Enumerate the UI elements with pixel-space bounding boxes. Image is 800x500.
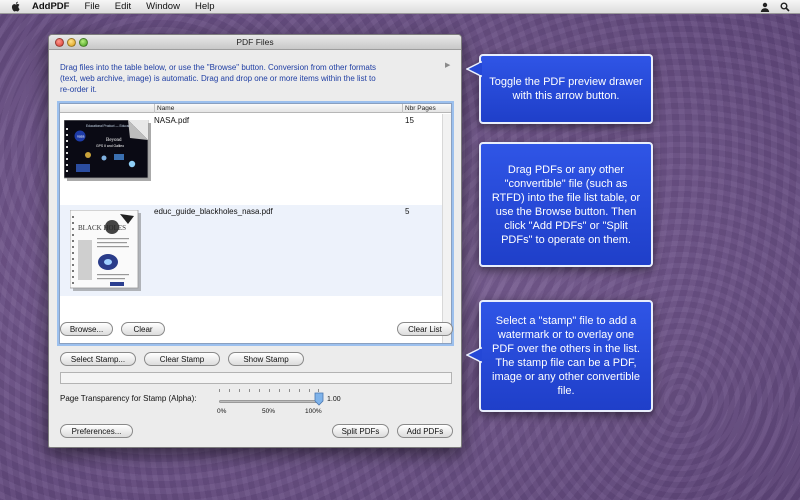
pdf-thumbnail: BLACK HOLES: [69, 209, 142, 297]
file-name: educ_guide_blackholes_nasa.pdf: [154, 207, 273, 216]
minimize-button[interactable]: [67, 38, 76, 47]
callout-stamp-text: Select a "stamp" file to add a watermark…: [492, 315, 640, 397]
apple-menu-icon[interactable]: [10, 1, 22, 13]
show-stamp-button[interactable]: Show Stamp: [228, 352, 304, 366]
user-icon[interactable]: [760, 2, 770, 12]
slider-ticks: [219, 389, 319, 395]
table-scrollbar[interactable]: [442, 114, 451, 343]
menu-file[interactable]: File: [84, 1, 99, 12]
slider-knob[interactable]: [314, 392, 324, 406]
stamp-alpha-value: 1.00: [327, 396, 341, 403]
file-page-count: 5: [405, 207, 410, 216]
clear-list-button[interactable]: Clear List: [397, 322, 453, 336]
slider-tick-label-100: 100%: [305, 408, 322, 415]
menu-app-name[interactable]: AddPDF: [32, 1, 69, 12]
clear-stamp-button[interactable]: Clear Stamp: [144, 352, 220, 366]
menu-edit[interactable]: Edit: [115, 1, 131, 12]
svg-text:Beyond: Beyond: [106, 138, 122, 143]
table-row[interactable]: BLACK HOLES educ_guide_blackholes_nasa.p…: [60, 205, 443, 296]
pdf-thumbnail: Educational Product — Educators nasa Bey…: [63, 119, 152, 187]
instructions-text: Drag files into the table below, or use …: [60, 63, 377, 94]
file-name: NASA.pdf: [154, 116, 190, 125]
preferences-button[interactable]: Preferences...: [60, 424, 133, 438]
svg-text:nasa: nasa: [77, 135, 84, 139]
stamp-alpha-label: Page Transparency for Stamp (Alpha):: [60, 394, 197, 403]
file-page-count: 15: [405, 116, 414, 125]
clear-button[interactable]: Clear: [121, 322, 165, 336]
column-header-pages[interactable]: Nbr Pages: [402, 104, 436, 113]
table-row[interactable]: Educational Product — Educators nasa Bey…: [60, 114, 443, 205]
browse-button[interactable]: Browse...: [60, 322, 113, 336]
callout-stamp: Select a "stamp" file to add a watermark…: [479, 300, 653, 412]
select-stamp-button[interactable]: Select Stamp...: [60, 352, 136, 366]
stamp-file-field[interactable]: [60, 372, 452, 384]
svg-text:Educational Product — Educator: Educational Product — Educators: [86, 124, 134, 128]
file-list-table[interactable]: Name Nbr Pages Educational Product — Edu…: [59, 103, 452, 344]
menu-window[interactable]: Window: [146, 1, 180, 12]
slider-tick-label-0: 0%: [217, 408, 227, 415]
callout-preview-drawer: Toggle the PDF preview drawer with this …: [479, 54, 653, 124]
add-pdfs-button[interactable]: Add PDFs: [397, 424, 453, 438]
stamp-alpha-slider[interactable]: [219, 400, 319, 403]
svg-text:GPS II and Galileo: GPS II and Galileo: [96, 144, 124, 148]
callout-pointer-icon: [466, 60, 482, 78]
preview-drawer-arrow-icon[interactable]: ▶: [445, 61, 450, 69]
close-button[interactable]: [55, 38, 64, 47]
callout-drag-files: Drag PDFs or any other "convertible" fil…: [479, 142, 653, 267]
menu-bar: AddPDF File Edit Window Help: [0, 0, 800, 14]
pdf-files-window: PDF Files Drag files into the table belo…: [48, 34, 462, 448]
zoom-button[interactable]: [79, 38, 88, 47]
column-header-name[interactable]: Name: [154, 104, 404, 113]
window-titlebar[interactable]: PDF Files: [49, 35, 461, 50]
spotlight-search-icon[interactable]: [780, 2, 790, 12]
split-pdfs-button[interactable]: Split PDFs: [332, 424, 389, 438]
slider-tick-label-50: 50%: [262, 408, 276, 415]
callout-drag-text: Drag PDFs or any other "convertible" fil…: [491, 163, 641, 246]
callout-preview-text: Toggle the PDF preview drawer with this …: [489, 76, 643, 102]
menu-help[interactable]: Help: [195, 1, 215, 12]
window-title: PDF Files: [236, 37, 274, 47]
table-header: Name Nbr Pages: [60, 104, 451, 113]
callout-pointer-icon: [466, 346, 482, 364]
